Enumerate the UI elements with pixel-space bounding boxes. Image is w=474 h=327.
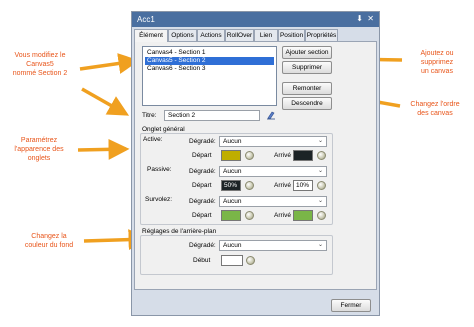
- callout-line: Paramétrez: [20, 137, 58, 144]
- chevron-down-icon: ⌄: [317, 242, 323, 248]
- tab-element[interactable]: Élément: [134, 29, 168, 42]
- callout-line: nommé Section 2: [12, 70, 68, 77]
- tab-lien[interactable]: Lien: [254, 29, 278, 41]
- gradient-label: Dégradé:: [189, 138, 216, 145]
- element-panel: Canvas4 - Section 1 Canvas5 - Section 2 …: [134, 41, 377, 290]
- color-picker-icon[interactable]: [317, 151, 326, 160]
- hover-end-color-swatch[interactable]: [293, 210, 313, 221]
- background-start-color-swatch[interactable]: [221, 255, 243, 266]
- callout-add-remove: Ajoutez ou supprimez un canvas: [402, 49, 472, 76]
- callout-line: Ajoutez ou: [420, 50, 454, 57]
- chevron-down-icon: ⌄: [317, 168, 323, 174]
- callout-modify: Vous modifiez le Canvas5 nommé Section 2: [0, 51, 80, 78]
- callout-line: un canvas: [421, 68, 453, 75]
- callout-tabs-appearance: Paramétrez l'apparence des onglets: [0, 136, 78, 163]
- color-picker-icon[interactable]: [246, 256, 255, 265]
- callout-line: Vous modifiez le: [14, 52, 66, 59]
- start-label: Départ: [192, 152, 212, 159]
- callout-line: l'apparence des: [14, 146, 64, 153]
- select-value: Aucun: [223, 138, 242, 145]
- color-picker-icon[interactable]: [317, 181, 326, 190]
- tab-rollover[interactable]: RollOver: [225, 29, 254, 41]
- callout-line: onglets: [27, 155, 51, 162]
- callout-line: couleur du fond: [24, 242, 74, 249]
- end-label: Arrivé: [274, 212, 291, 219]
- callout-line: Changez la: [31, 233, 67, 240]
- select-value: Aucun: [223, 242, 242, 249]
- start-label: Début: [193, 257, 211, 264]
- properties-window: Acc1 ⬇ ✕ Élément Options Actions RollOve…: [131, 11, 380, 316]
- color-picker-icon[interactable]: [245, 211, 254, 220]
- delete-section-button[interactable]: Supprimer: [282, 61, 332, 74]
- list-item-selected[interactable]: Canvas5 - Section 2: [145, 57, 274, 65]
- add-section-button[interactable]: Ajouter section: [282, 46, 332, 59]
- end-label: Arrivé: [274, 152, 291, 159]
- gradient-label: Dégradé:: [189, 242, 216, 249]
- background-gradient-select[interactable]: Aucun ⌄: [219, 240, 327, 251]
- tab-options[interactable]: Options: [168, 29, 197, 41]
- gradient-label: Dégradé:: [189, 168, 216, 175]
- move-down-button[interactable]: Descendre: [282, 97, 332, 110]
- hover-label: Survolez:: [145, 196, 173, 203]
- end-label: Arrivé: [274, 182, 291, 189]
- hover-gradient-select[interactable]: Aucun ⌄: [219, 196, 327, 207]
- gradient-label: Dégradé:: [189, 198, 216, 205]
- select-value: Aucun: [223, 168, 242, 175]
- window-titlebar[interactable]: Acc1 ⬇ ✕: [132, 12, 379, 27]
- move-up-button[interactable]: Remonter: [282, 82, 332, 95]
- color-picker-icon[interactable]: [245, 181, 254, 190]
- pin-icon[interactable]: ⬇: [356, 14, 363, 23]
- close-icon[interactable]: ✕: [367, 14, 374, 23]
- title-input[interactable]: Section 2: [164, 110, 260, 121]
- passive-gradient-select[interactable]: Aucun ⌄: [219, 166, 327, 177]
- select-value: Aucun: [223, 198, 242, 205]
- tab-actions[interactable]: Actions: [197, 29, 225, 41]
- passive-start-color-swatch[interactable]: 50%: [221, 180, 241, 191]
- chevron-down-icon: ⌄: [317, 138, 323, 144]
- callout-line: Canvas5: [26, 61, 54, 68]
- color-picker-icon[interactable]: [317, 211, 326, 220]
- callout-line: des canvas: [417, 110, 453, 117]
- color-picker-icon[interactable]: [245, 151, 254, 160]
- passive-end-color-swatch[interactable]: 10%: [293, 180, 313, 191]
- callout-bg-color: Changez la couleur du fond: [14, 232, 84, 250]
- chevron-down-icon: ⌄: [317, 198, 323, 204]
- callout-order: Changez l'ordre des canvas: [398, 100, 472, 118]
- active-gradient-select[interactable]: Aucun ⌄: [219, 136, 327, 147]
- active-end-color-swatch[interactable]: [293, 150, 313, 161]
- hover-start-color-swatch[interactable]: [221, 210, 241, 221]
- start-label: Départ: [192, 182, 212, 189]
- tab-proprietes[interactable]: Propriétés: [305, 29, 338, 41]
- edit-text-icon[interactable]: [266, 110, 276, 120]
- window-title: Acc1: [137, 15, 155, 24]
- sections-list[interactable]: Canvas4 - Section 1 Canvas5 - Section 2 …: [142, 46, 277, 106]
- list-item[interactable]: Canvas4 - Section 1: [145, 49, 274, 57]
- title-label: Titre:: [142, 112, 157, 119]
- active-start-color-swatch[interactable]: [221, 150, 241, 161]
- tab-position[interactable]: Position: [278, 29, 305, 41]
- callout-line: supprimez: [420, 59, 454, 66]
- tab-bar: Élément Options Actions RollOver Lien Po…: [134, 29, 377, 42]
- passive-label: Passive:: [147, 166, 172, 173]
- list-item[interactable]: Canvas6 - Section 3: [145, 65, 274, 73]
- close-button[interactable]: Fermer: [331, 299, 371, 312]
- start-label: Départ: [192, 212, 212, 219]
- callout-line: Changez l'ordre: [410, 101, 460, 108]
- active-label: Active:: [143, 136, 163, 143]
